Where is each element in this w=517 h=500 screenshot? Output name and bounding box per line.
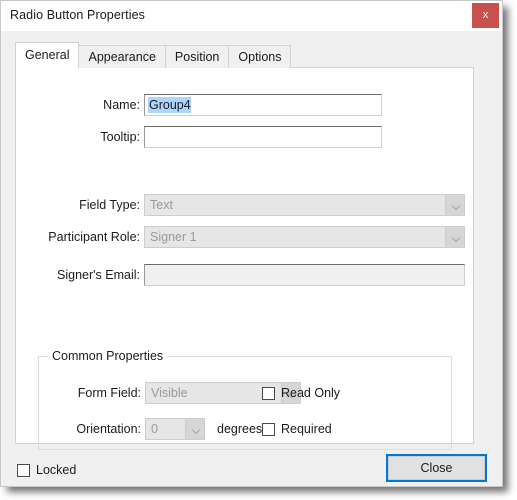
required-checkbox[interactable]	[262, 422, 275, 436]
read-only-checkbox[interactable]	[262, 386, 275, 400]
orientation-select[interactable]: 0	[145, 418, 205, 440]
tooltip-input[interactable]	[144, 126, 382, 148]
read-only-label: Read Only	[281, 386, 341, 400]
close-button-label: Close	[388, 456, 485, 480]
tooltip-label: Tooltip:	[100, 130, 140, 144]
tab-position[interactable]: Position	[164, 45, 230, 68]
tab-appearance[interactable]: Appearance	[78, 45, 166, 68]
orientation-value: 0	[151, 422, 158, 436]
field-type-value: Text	[150, 198, 173, 212]
locked-label: Locked	[36, 463, 77, 477]
required-label: Required	[281, 422, 332, 436]
tab-options[interactable]: Options	[228, 45, 292, 68]
orientation-row: Orientation:	[39, 418, 141, 440]
close-button[interactable]: Close	[386, 454, 487, 482]
participant-role-select[interactable]: Signer 1	[144, 226, 465, 248]
participant-role-row: Participant Role:	[16, 226, 140, 248]
locked-checkbox[interactable]	[17, 463, 30, 477]
name-input-value: Group4	[148, 97, 191, 113]
dialog-body: General Appearance Position Options Name…	[1, 31, 502, 486]
tooltip-row: Tooltip:	[16, 126, 140, 148]
signers-email-input[interactable]	[144, 264, 465, 286]
participant-role-chevron-down-icon[interactable]	[445, 227, 464, 247]
general-tab-panel: Name: Group4 Tooltip: Field Type: Text P…	[15, 67, 474, 450]
form-field-label: Form Field:	[77, 386, 141, 400]
window-title: Radio Button Properties	[10, 8, 146, 22]
field-type-select[interactable]: Text	[144, 194, 465, 216]
form-field-row: Form Field:	[39, 382, 141, 404]
tab-strip: General Appearance Position Options	[15, 42, 292, 69]
signers-email-label: Signer's Email:	[57, 268, 140, 282]
title-bar: Radio Button Properties x	[1, 1, 502, 31]
name-input[interactable]: Group4	[144, 94, 382, 116]
field-type-label: Field Type:	[79, 198, 140, 212]
common-properties-group: Common Properties Form Field: Visible Or…	[38, 349, 452, 450]
orientation-units-label: degrees	[217, 422, 263, 436]
properties-dialog: Radio Button Properties x General Appear…	[0, 0, 503, 487]
required-checkbox-row[interactable]: Required	[262, 420, 332, 438]
tab-general[interactable]: General	[15, 42, 80, 69]
orientation-chevron-down-icon[interactable]	[185, 419, 204, 439]
orientation-label: Orientation:	[76, 422, 141, 436]
form-field-value: Visible	[151, 386, 188, 400]
locked-checkbox-row[interactable]: Locked	[17, 461, 76, 479]
read-only-checkbox-row[interactable]: Read Only	[262, 384, 340, 402]
participant-role-label: Participant Role:	[48, 230, 140, 244]
common-properties-legend: Common Properties	[48, 349, 168, 363]
participant-role-value: Signer 1	[150, 230, 197, 244]
field-type-chevron-down-icon[interactable]	[445, 195, 464, 215]
close-x-icon[interactable]: x	[472, 3, 499, 28]
field-type-row: Field Type:	[16, 194, 140, 216]
name-row: Name:	[16, 94, 140, 116]
name-label: Name:	[103, 98, 140, 112]
signers-email-row: Signer's Email:	[16, 264, 140, 286]
